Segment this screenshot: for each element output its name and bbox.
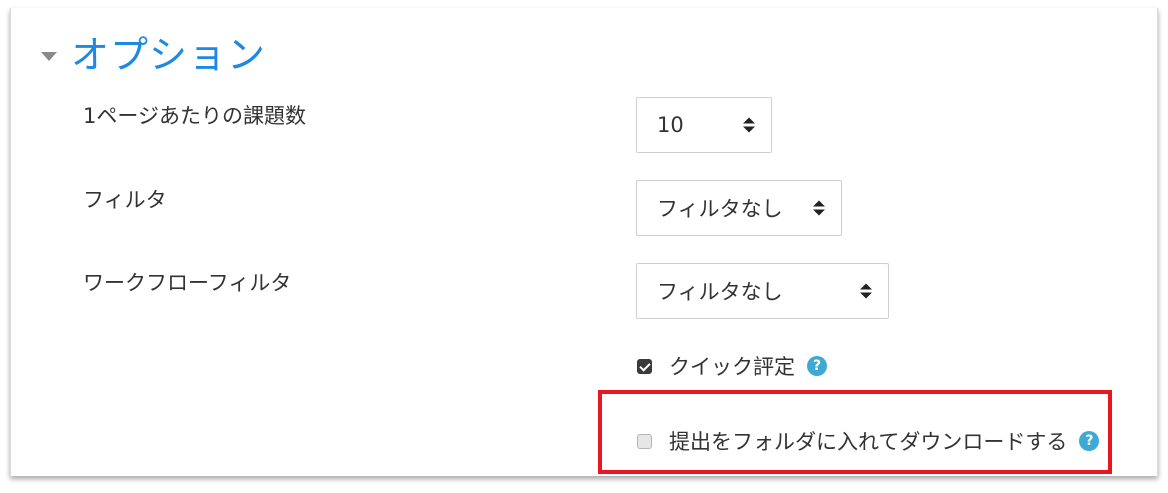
caret-down-icon [41, 51, 57, 61]
per-page-value: 10 [657, 113, 684, 137]
quick-grading-label[interactable]: クイック評定 [669, 351, 795, 381]
highlight-box [598, 390, 1112, 474]
quick-grading-checkbox[interactable] [637, 358, 652, 374]
filter-label: フィルタ [83, 188, 167, 212]
workflow-filter-select[interactable]: フィルタなし [636, 263, 889, 319]
sort-arrows-icon [813, 200, 825, 216]
sort-arrows-icon [743, 117, 755, 133]
workflow-filter-value: フィルタなし [657, 280, 783, 304]
per-page-label: 1ページあたりの課題数 [83, 104, 306, 128]
section-title: オプション [71, 33, 267, 77]
filter-select[interactable]: フィルタなし [636, 180, 842, 236]
workflow-filter-label: ワークフローフィルタ [83, 271, 292, 295]
filter-value: フィルタなし [657, 197, 783, 221]
sort-arrows-icon [860, 283, 872, 299]
per-page-select[interactable]: 10 [636, 97, 772, 153]
quick-grading-row: クイック評定 ? [637, 351, 827, 381]
question-circle-icon[interactable]: ? [807, 356, 827, 376]
options-section-toggle[interactable]: オプション [41, 36, 266, 74]
